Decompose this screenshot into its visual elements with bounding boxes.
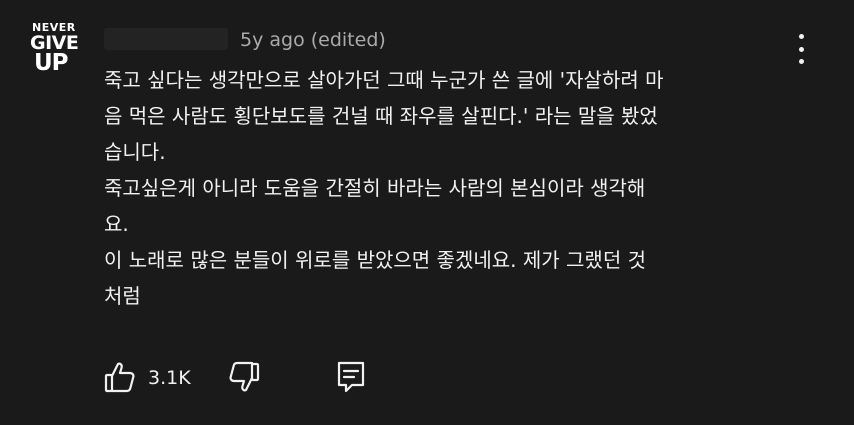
thumbs-down-icon xyxy=(229,361,260,392)
comment-line: 죽고싶은게 아니라 도움을 간절히 바라는 사람의 본심이라 생각해 xyxy=(104,176,646,200)
like-count: 3.1K xyxy=(148,367,191,389)
comment-text: 죽고 싶다는 생각만으로 살아가던 그때 누군가 쓴 글에 '자살하려 마 음 … xyxy=(104,62,794,314)
dislike-button[interactable] xyxy=(226,360,260,394)
reply-button[interactable] xyxy=(336,360,366,394)
comment-line: 죽고 싶다는 생각만으로 살아가던 그때 누군가 쓴 글에 '자살하려 마 xyxy=(104,68,664,92)
more-options-button[interactable] xyxy=(794,34,808,64)
comment-line: 처럼 xyxy=(104,284,141,308)
avatar-text-line3: UP xyxy=(34,50,69,76)
comment-timestamp: 5y ago (edited) xyxy=(240,29,386,51)
channel-avatar[interactable]: NEVER GIVE UP xyxy=(22,14,84,76)
more-vert-icon xyxy=(798,34,804,39)
comment-line: 이 노래로 많은 분들이 위로를 받았으면 좋겠네요. 제가 그랬던 것 xyxy=(104,248,646,272)
comment-line: 습니다. xyxy=(104,140,166,164)
comment-line: 요. xyxy=(104,212,129,236)
author-name-redacted[interactable] xyxy=(104,28,228,50)
comment-line: 음 먹은 사람도 횡단보도를 건널 때 좌우를 살핀다.' 라는 말을 봤었 xyxy=(104,104,658,128)
thumbs-up-icon xyxy=(104,362,135,393)
like-button[interactable] xyxy=(104,360,136,394)
reply-icon xyxy=(337,361,365,393)
